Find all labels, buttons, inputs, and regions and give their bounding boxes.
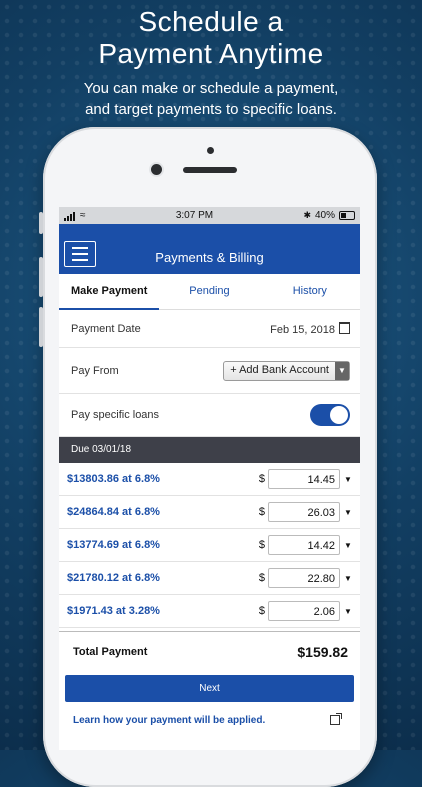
phone-volume-up xyxy=(39,257,43,297)
loan-row: $1971.43 at 3.28% $ 2.06 ▼ xyxy=(59,595,360,628)
specific-loans-label: Pay specific loans xyxy=(71,409,160,421)
chevron-down-icon[interactable]: ▼ xyxy=(344,607,352,616)
subhead-line-2: and target payments to specific loans. xyxy=(85,101,337,118)
external-link-icon[interactable] xyxy=(330,713,342,725)
subhead-line-1: You can make or schedule a payment, xyxy=(83,80,339,97)
loan-label: $13774.69 at 6.8% xyxy=(67,539,160,551)
total-payment-row: Total Payment $159.82 xyxy=(59,631,360,671)
phone-volume-down xyxy=(39,307,43,347)
app-header: Payments & Billing xyxy=(59,224,360,274)
loan-amount-input[interactable]: 2.06 xyxy=(268,601,340,621)
loan-row: $24864.84 at 6.8% $ 26.03 ▼ xyxy=(59,496,360,529)
loan-amount-input[interactable]: 14.42 xyxy=(268,535,340,555)
payment-date-value: Feb 15, 2018 xyxy=(270,323,335,336)
currency-symbol: $ xyxy=(258,539,265,551)
status-bar: ≈ 3:07 PM ✱ 40% xyxy=(59,207,360,224)
pay-from-label: Pay From xyxy=(71,364,119,377)
specific-loans-row: Pay specific loans xyxy=(59,394,360,437)
promo-subhead: You can make or schedule a payment, and … xyxy=(0,78,422,120)
loan-label: $1971.43 at 3.28% xyxy=(67,605,160,617)
signal-icon xyxy=(64,210,76,221)
chevron-down-icon[interactable]: ▼ xyxy=(344,475,352,484)
loan-label: $21780.12 at 6.8% xyxy=(67,572,160,584)
battery-icon xyxy=(339,211,355,220)
phone-sensor xyxy=(207,147,214,154)
loan-row: $13803.86 at 6.8% $ 14.45 ▼ xyxy=(59,463,360,496)
loan-label: $24864.84 at 6.8% xyxy=(67,506,160,518)
chevron-down-icon[interactable]: ▼ xyxy=(344,508,352,517)
chevron-down-icon[interactable]: ▼ xyxy=(344,541,352,550)
loan-amount-input[interactable]: 26.03 xyxy=(268,502,340,522)
chevron-down-icon[interactable]: ▼ xyxy=(344,574,352,583)
app-screen: ≈ 3:07 PM ✱ 40% Payments & Billing Make … xyxy=(59,207,360,750)
chevron-down-icon: ▼ xyxy=(335,361,349,380)
page-title: Payments & Billing xyxy=(155,250,264,265)
headline-line-2: Payment Anytime xyxy=(98,38,324,69)
learn-more-link[interactable]: Learn how your payment will be applied. xyxy=(73,715,265,726)
battery-percent: 40% xyxy=(314,210,335,221)
payment-date-row[interactable]: Payment Date Feb 15, 2018 xyxy=(59,310,360,348)
calendar-icon xyxy=(339,321,350,334)
status-time: 3:07 PM xyxy=(175,210,214,221)
tab-history[interactable]: History xyxy=(260,274,360,309)
pay-from-row: Pay From + Add Bank Account ▼ xyxy=(59,348,360,394)
promo-headline: Schedule a Payment Anytime xyxy=(0,6,422,70)
currency-symbol: $ xyxy=(258,605,265,617)
bluetooth-icon: ✱ xyxy=(303,210,311,220)
loan-row: $13774.69 at 6.8% $ 14.42 ▼ xyxy=(59,529,360,562)
pay-from-selected: + Add Bank Account xyxy=(230,363,329,376)
headline-line-1: Schedule a xyxy=(138,6,284,37)
total-payment-value: $159.82 xyxy=(297,643,348,660)
payment-date-value-wrap[interactable]: Feb 15, 2018 xyxy=(270,321,350,336)
currency-symbol: $ xyxy=(258,572,265,584)
tab-pending[interactable]: Pending xyxy=(159,274,259,309)
wifi-icon: ≈ xyxy=(80,210,86,221)
tab-bar: Make Payment Pending History xyxy=(59,274,360,310)
total-payment-label: Total Payment xyxy=(73,645,148,658)
specific-loans-toggle[interactable] xyxy=(310,404,350,426)
loan-label: $13803.86 at 6.8% xyxy=(67,473,160,485)
learn-more-row: Learn how your payment will be applied. xyxy=(59,705,360,735)
phone-camera xyxy=(151,164,162,175)
payment-date-label: Payment Date xyxy=(71,322,141,335)
phone-mute-switch xyxy=(39,212,43,234)
loan-amount-input[interactable]: 14.45 xyxy=(268,469,340,489)
loan-amount-input[interactable]: 22.80 xyxy=(268,568,340,588)
currency-symbol: $ xyxy=(258,473,265,485)
phone-speaker xyxy=(183,167,237,173)
loan-list: $13803.86 at 6.8% $ 14.45 ▼ $24864.84 at… xyxy=(59,463,360,628)
tab-make-payment[interactable]: Make Payment xyxy=(59,274,160,310)
due-date-header: Due 03/01/18 xyxy=(59,437,360,463)
next-button[interactable]: Next xyxy=(65,675,354,702)
pay-from-select[interactable]: + Add Bank Account ▼ xyxy=(223,360,350,381)
loan-row: $21780.12 at 6.8% $ 22.80 ▼ xyxy=(59,562,360,595)
currency-symbol: $ xyxy=(258,506,265,518)
